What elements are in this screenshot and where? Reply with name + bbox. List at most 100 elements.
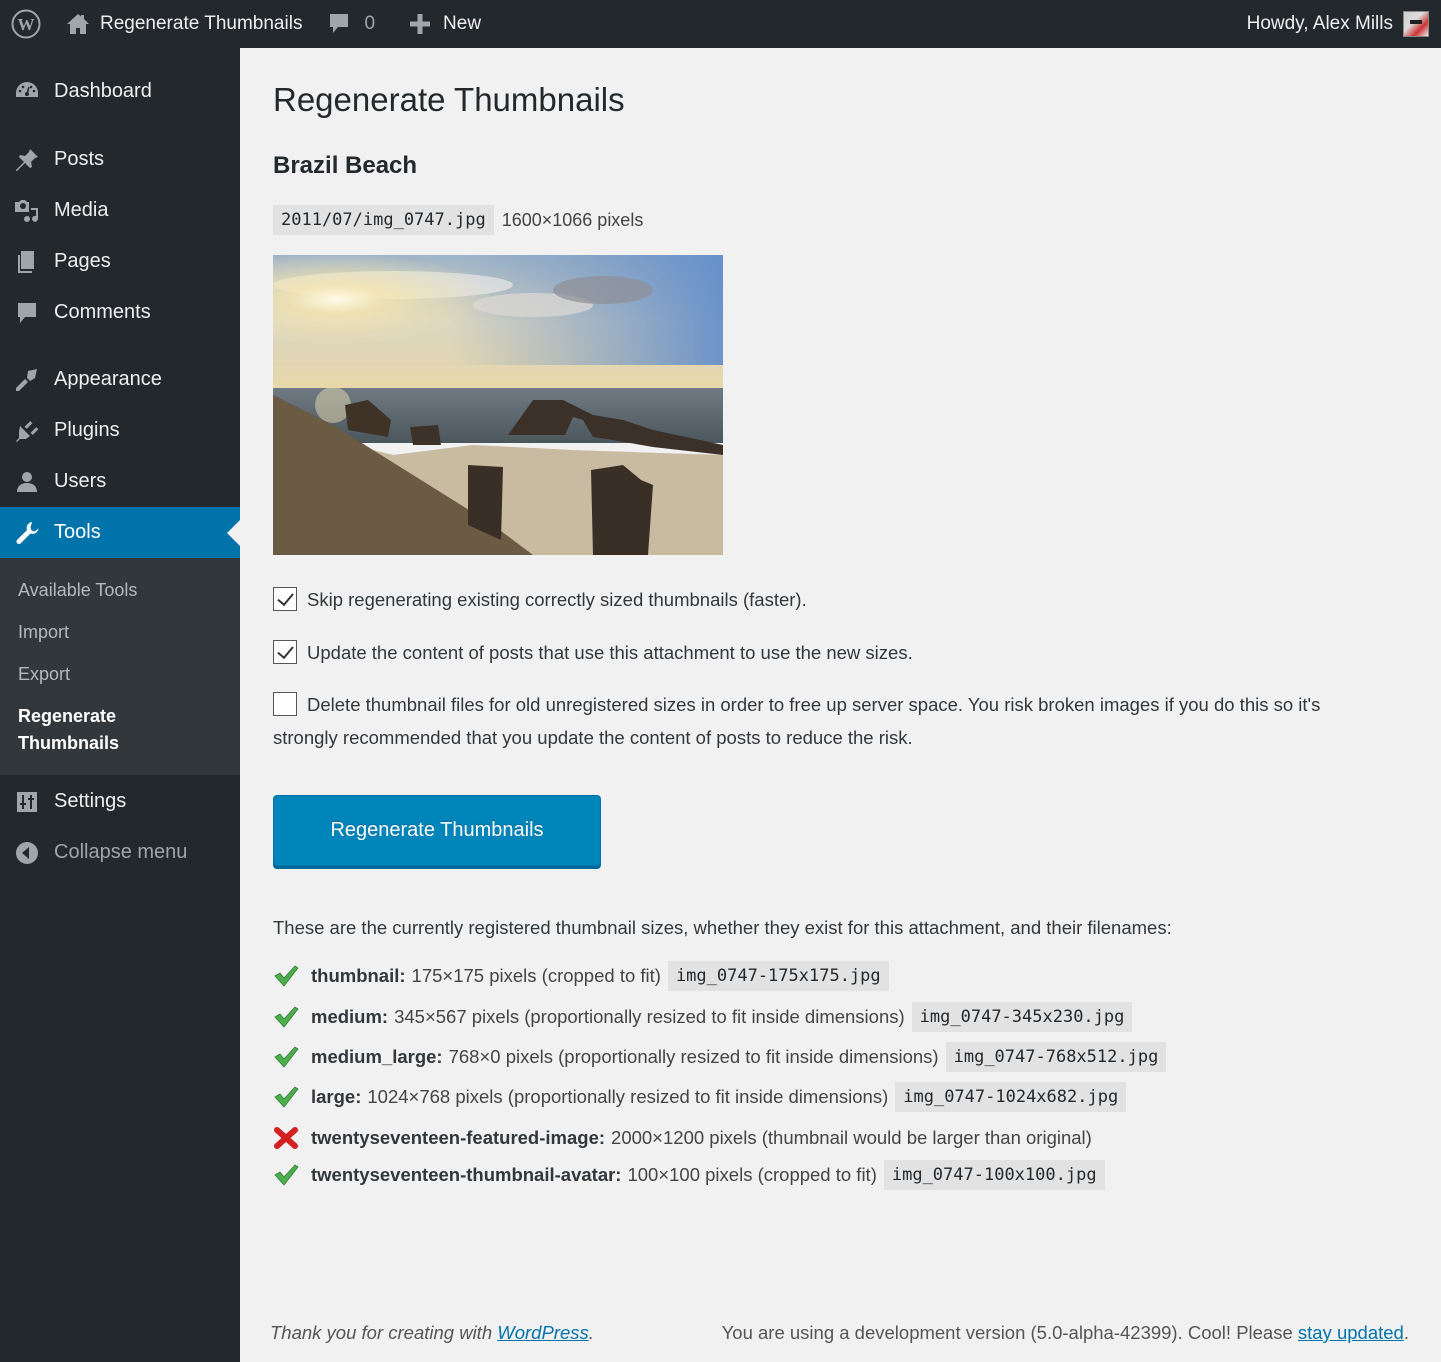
size-row: thumbnail: 175×175 pixels (cropped to fi…: [273, 961, 889, 991]
size-desc: 768×0 pixels (proportionally resized to …: [448, 1046, 939, 1067]
media-camera-music-icon: [0, 198, 54, 224]
dashboard-gauge-icon: [0, 79, 54, 105]
sidebar-label: Appearance: [54, 368, 162, 390]
sidebar-item-users[interactable]: Users: [0, 456, 240, 507]
size-desc: 100×100 pixels (cropped to fit): [627, 1164, 877, 1185]
update-posts-checkbox[interactable]: [273, 640, 297, 664]
sidebar-label: Media: [54, 199, 109, 221]
home-icon: [66, 13, 90, 35]
page-title: Regenerate Thumbnails: [273, 81, 625, 118]
option-skip-existing[interactable]: Skip regenerating existing correctly siz…: [273, 583, 1383, 616]
svg-text:W: W: [18, 15, 35, 34]
check-icon: [273, 1045, 311, 1069]
footer-thanks: Thank you for creating with WordPress.: [270, 1322, 594, 1344]
size-desc: 175×175 pixels (cropped to fit): [411, 965, 661, 986]
size-name: medium:: [311, 1006, 389, 1027]
size-name: twentyseventeen-thumbnail-avatar:: [311, 1164, 622, 1185]
footer-version: You are using a development version (5.0…: [722, 1322, 1409, 1344]
sidebar-item-tools[interactable]: Tools: [0, 507, 240, 558]
comment-bubble-icon: [328, 12, 350, 36]
wordpress-link[interactable]: WordPress: [497, 1322, 589, 1343]
collapse-arrow-icon: [0, 840, 54, 866]
delete-old-checkbox[interactable]: [273, 692, 297, 716]
size-name: medium_large:: [311, 1046, 443, 1067]
sidebar-item-posts[interactable]: Posts: [0, 134, 240, 185]
paintbrush-icon: [0, 367, 54, 393]
file-dimensions: 1600×1066 pixels: [501, 209, 644, 230]
sidebar-label: Dashboard: [54, 80, 152, 102]
size-filename: img_0747-100x100.jpg: [883, 1160, 1105, 1190]
sidebar-item-settings[interactable]: Settings: [0, 776, 240, 827]
footer-version-text: You are using a development version (5.0…: [721, 1322, 1298, 1343]
wrench-icon: [0, 520, 54, 546]
sidebar-item-comments[interactable]: Comments: [0, 287, 240, 338]
sidebar-item-appearance[interactable]: Appearance: [0, 354, 240, 405]
sidebar-item-pages[interactable]: Pages: [0, 236, 240, 287]
user-icon: [0, 469, 54, 495]
option-label: Update the content of posts that use thi…: [307, 642, 913, 663]
sidebar-label: Plugins: [54, 419, 120, 441]
cross-icon: [273, 1126, 311, 1150]
size-desc: 1024×768 pixels (proportionally resized …: [367, 1086, 889, 1107]
submenu-item-export[interactable]: Export: [18, 661, 70, 688]
regenerate-thumbnails-button[interactable]: Regenerate Thumbnails: [273, 795, 601, 866]
check-icon: [273, 1085, 311, 1109]
sidebar-item-dashboard[interactable]: Dashboard: [0, 66, 240, 117]
sliders-icon: [0, 789, 54, 815]
admin-bar: W Regenerate Thumbnails 0 New Howdy, Ale…: [0, 0, 1441, 48]
site-name: Regenerate Thumbnails: [100, 13, 303, 34]
collapse-menu-button[interactable]: Collapse menu: [0, 827, 240, 878]
sidebar-label: Settings: [54, 790, 127, 812]
wordpress-logo-icon: W: [11, 9, 41, 39]
skip-existing-checkbox[interactable]: [273, 587, 297, 611]
size-desc: 2000×1200 pixels (thumbnail would be lar…: [611, 1127, 1092, 1148]
option-delete-old[interactable]: Delete thumbnail files for old unregiste…: [273, 688, 1383, 754]
file-info: 2011/07/img_0747.jpg 1600×1066 pixels: [273, 205, 643, 235]
sidebar-label: Pages: [54, 250, 111, 272]
check-icon: [273, 1163, 311, 1187]
pages-icon: [0, 249, 54, 275]
size-row: twentyseventeen-featured-image: 2000×120…: [273, 1126, 1092, 1150]
stay-updated-link[interactable]: stay updated: [1298, 1322, 1404, 1343]
wp-logo-menu[interactable]: W: [0, 0, 52, 48]
footer-version-suffix: .: [1403, 1322, 1409, 1343]
plug-icon: [0, 418, 54, 444]
size-name: thumbnail:: [311, 965, 406, 986]
sidebar-item-plugins[interactable]: Plugins: [0, 405, 240, 456]
sidebar-item-media[interactable]: Media: [0, 185, 240, 236]
pushpin-icon: [0, 147, 54, 173]
comment-icon: [0, 300, 54, 326]
footer-thanks-suffix: .: [588, 1322, 594, 1343]
site-name-link[interactable]: Regenerate Thumbnails: [52, 0, 302, 48]
tools-submenu: Available Tools Import Export Regenerate…: [0, 558, 240, 775]
my-account-menu[interactable]: Howdy, Alex Mills: [1247, 0, 1429, 48]
sizes-intro: These are the currently registered thumb…: [273, 917, 1172, 938]
size-filename: img_0747-1024x682.jpg: [895, 1082, 1127, 1112]
option-label: Skip regenerating existing correctly siz…: [307, 589, 807, 610]
sidebar-label: Users: [54, 470, 107, 492]
size-filename: img_0747-175x175.jpg: [667, 961, 889, 991]
check-icon: [273, 1005, 311, 1029]
comments-count: 0: [364, 13, 376, 34]
sidebar-label: Collapse menu: [54, 841, 188, 863]
submenu-item-available-tools[interactable]: Available Tools: [18, 577, 137, 604]
option-update-posts[interactable]: Update the content of posts that use thi…: [273, 636, 1383, 669]
size-filename: img_0747-768x512.jpg: [945, 1042, 1167, 1072]
comments-link[interactable]: 0: [302, 0, 375, 48]
attachment-title: Brazil Beach: [273, 152, 418, 179]
size-name: twentyseventeen-featured-image:: [311, 1127, 606, 1148]
howdy-greeting: Howdy, Alex Mills: [1246, 13, 1393, 34]
size-row: large: 1024×768 pixels (proportionally r…: [273, 1082, 1127, 1112]
user-avatar: [1403, 11, 1429, 37]
attachment-preview-image: [273, 255, 723, 555]
admin-sidebar: Dashboard Posts Media Pages Comments App…: [0, 48, 240, 1362]
footer-thanks-text: Thank you for creating with: [270, 1322, 498, 1343]
sidebar-label: Posts: [54, 148, 105, 170]
file-path: 2011/07/img_0747.jpg: [273, 205, 494, 235]
submenu-item-import[interactable]: Import: [18, 619, 69, 646]
submenu-item-regenerate-thumbnails[interactable]: Regenerate Thumbnails: [18, 703, 158, 757]
size-name: large:: [311, 1086, 362, 1107]
new-content-menu[interactable]: New: [375, 0, 481, 48]
plus-icon: [409, 13, 431, 35]
option-label: Delete thumbnail files for old unregiste…: [273, 694, 1321, 748]
